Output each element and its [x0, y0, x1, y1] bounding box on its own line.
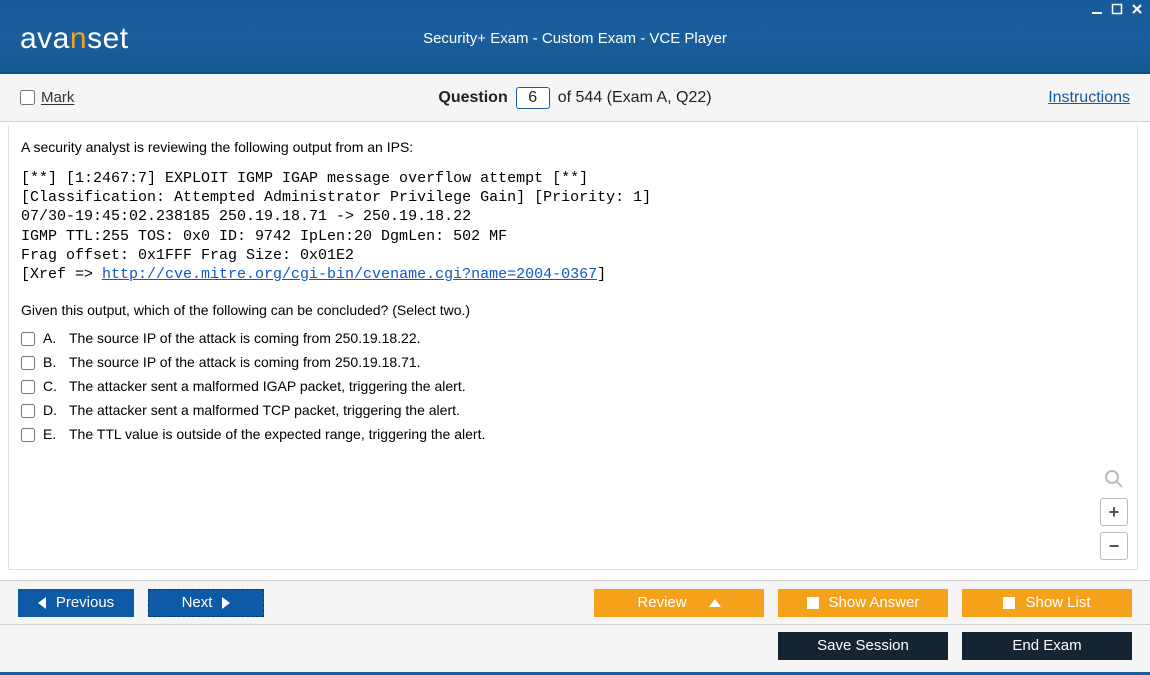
- option-a-text: The source IP of the attack is coming fr…: [69, 330, 421, 346]
- option-c-checkbox[interactable]: [21, 380, 35, 394]
- window-title: Security+ Exam - Custom Exam - VCE Playe…: [0, 30, 1150, 47]
- end-exam-button[interactable]: End Exam: [962, 632, 1132, 660]
- option-a-letter: A.: [43, 330, 61, 346]
- minimize-icon[interactable]: [1090, 2, 1104, 16]
- option-e[interactable]: E. The TTL value is outside of the expec…: [21, 426, 1125, 442]
- option-d-letter: D.: [43, 402, 61, 418]
- question-number[interactable]: 6: [516, 87, 550, 109]
- question-indicator: Question 6 of 544 (Exam A, Q22): [438, 87, 711, 109]
- option-c-letter: C.: [43, 378, 61, 394]
- show-list-button[interactable]: Show List: [962, 589, 1132, 617]
- close-icon[interactable]: [1130, 2, 1144, 16]
- mark-label[interactable]: Mark: [41, 89, 74, 106]
- next-button[interactable]: Next: [148, 589, 264, 617]
- option-c[interactable]: C. The attacker sent a malformed IGAP pa…: [21, 378, 1125, 394]
- checkbox-icon: [807, 597, 819, 609]
- option-b[interactable]: B. The source IP of the attack is coming…: [21, 354, 1125, 370]
- option-d[interactable]: D. The attacker sent a malformed TCP pac…: [21, 402, 1125, 418]
- option-e-text: The TTL value is outside of the expected…: [69, 426, 485, 442]
- option-a-checkbox[interactable]: [21, 332, 35, 346]
- maximize-icon[interactable]: [1110, 2, 1124, 16]
- option-a[interactable]: A. The source IP of the attack is coming…: [21, 330, 1125, 346]
- zoom-out-button[interactable]: −: [1100, 532, 1128, 560]
- option-d-checkbox[interactable]: [21, 404, 35, 418]
- option-b-checkbox[interactable]: [21, 356, 35, 370]
- ips-output: [**] [1:2467:7] EXPLOIT IGMP IGAP messag…: [21, 169, 1125, 284]
- zoom-in-button[interactable]: +: [1100, 498, 1128, 526]
- sub-header: Mark Question 6 of 544 (Exam A, Q22) Ins…: [0, 74, 1150, 122]
- option-e-checkbox[interactable]: [21, 428, 35, 442]
- xref-link[interactable]: http://cve.mitre.org/cgi-bin/cvename.cgi…: [102, 266, 597, 283]
- zoom-controls: + −: [1100, 466, 1128, 560]
- previous-button[interactable]: Previous: [18, 589, 134, 617]
- option-d-text: The attacker sent a malformed TCP packet…: [69, 402, 460, 418]
- chevron-right-icon: [222, 597, 230, 609]
- instructions-link[interactable]: Instructions: [1048, 89, 1130, 107]
- show-answer-button[interactable]: Show Answer: [778, 589, 948, 617]
- option-c-text: The attacker sent a malformed IGAP packe…: [69, 378, 466, 394]
- question-total: of 544 (Exam A, Q22): [558, 89, 712, 107]
- question-stem: A security analyst is reviewing the foll…: [21, 139, 1125, 155]
- question-prompt: Given this output, which of the followin…: [21, 302, 1125, 318]
- nav-button-bar: Previous Next Review Show Answer Show Li…: [0, 580, 1150, 625]
- window-controls: [1090, 2, 1144, 16]
- magnify-icon[interactable]: [1101, 466, 1127, 492]
- option-e-letter: E.: [43, 426, 61, 442]
- answer-options: A. The source IP of the attack is coming…: [21, 330, 1125, 442]
- question-panel: A security analyst is reviewing the foll…: [8, 125, 1138, 570]
- option-b-letter: B.: [43, 354, 61, 370]
- title-bar: avanset Security+ Exam - Custom Exam - V…: [0, 0, 1150, 74]
- option-b-text: The source IP of the attack is coming fr…: [69, 354, 421, 370]
- session-button-bar: Save Session End Exam: [0, 625, 1150, 675]
- question-label: Question: [438, 89, 507, 107]
- triangle-up-icon: [709, 599, 721, 607]
- chevron-left-icon: [38, 597, 46, 609]
- mark-question[interactable]: Mark: [20, 89, 74, 106]
- save-session-button[interactable]: Save Session: [778, 632, 948, 660]
- review-button[interactable]: Review: [594, 589, 764, 617]
- mark-checkbox[interactable]: [20, 90, 35, 105]
- checkbox-icon: [1003, 597, 1015, 609]
